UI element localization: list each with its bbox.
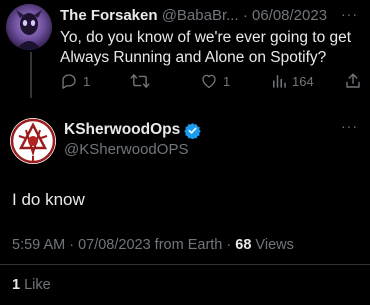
like-count: 1 xyxy=(12,277,21,293)
tweet-text: Yo, do you know of we're ever going to g… xyxy=(60,29,352,66)
views-button[interactable]: 164 xyxy=(270,72,314,90)
share-icon xyxy=(346,73,360,88)
tweet-date[interactable]: · 06/08/2023 xyxy=(243,7,327,24)
tweet-timestamp[interactable]: 5:59 AM · 07/08/2023 from Earth · xyxy=(12,237,235,253)
likes-summary[interactable]: 1 Like xyxy=(12,277,51,293)
view-count: 68 xyxy=(235,237,252,253)
more-icon[interactable]: ··· xyxy=(341,6,358,22)
thread-connector-line xyxy=(30,52,32,98)
avatar-illustration xyxy=(16,10,42,50)
tweet-actions: 1 1 164 xyxy=(58,72,364,92)
display-name[interactable]: The Forsaken xyxy=(60,7,158,24)
reply-icon xyxy=(62,74,76,89)
more-icon[interactable]: ··· xyxy=(341,118,358,134)
like-button[interactable]: 1 xyxy=(200,72,230,90)
views-label: Views xyxy=(251,237,294,253)
share-button[interactable] xyxy=(344,72,362,90)
divider xyxy=(0,264,370,265)
handle[interactable]: @BabaBr... xyxy=(162,7,239,24)
reply-count: 1 xyxy=(83,73,91,89)
handle[interactable]: @KSherwoodOPS xyxy=(64,141,188,158)
tweet-text: I do know xyxy=(12,190,85,209)
avatar[interactable] xyxy=(6,4,52,50)
verified-badge-icon[interactable] xyxy=(184,122,201,139)
likes-label: Like xyxy=(20,277,51,293)
reply-button[interactable]: 1 xyxy=(60,72,90,90)
author-name-row: KSherwoodOps xyxy=(64,121,201,139)
retweet-icon xyxy=(130,74,150,88)
like-icon xyxy=(202,74,216,89)
tweet-header: The Forsaken @BabaBr... · 06/08/2023 xyxy=(60,6,327,26)
display-name[interactable]: KSherwoodOps xyxy=(64,121,180,139)
views-icon xyxy=(273,75,286,88)
like-count: 1 xyxy=(223,73,231,89)
logo-emblem-icon xyxy=(10,118,56,164)
retweet-button[interactable] xyxy=(130,72,150,90)
view-count: 164 xyxy=(292,73,314,89)
tweet-meta: 5:59 AM · 07/08/2023 from Earth · 68 Vie… xyxy=(12,237,294,253)
avatar[interactable] xyxy=(10,118,56,164)
